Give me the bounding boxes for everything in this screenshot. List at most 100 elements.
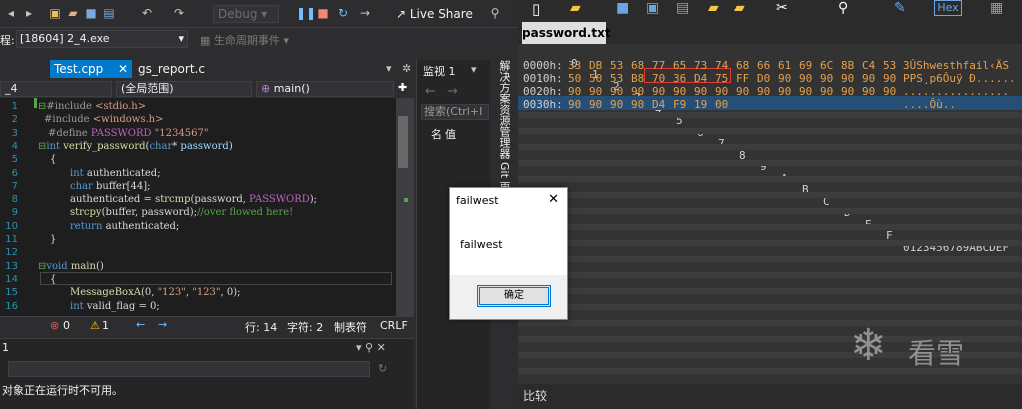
find-icon[interactable]: ⚲: [838, 0, 848, 16]
hex-byte[interactable]: 61: [778, 60, 791, 72]
ok-button[interactable]: 确定: [477, 285, 551, 307]
solution-explorer-tab[interactable]: 解决方案资源管理器: [496, 60, 511, 159]
hex-byte[interactable]: 74: [715, 60, 728, 72]
replace-icon[interactable]: ✎: [894, 0, 906, 16]
step-over-icon[interactable]: →: [358, 6, 372, 20]
watch-search-input[interactable]: 搜索(Ctrl+I: [421, 104, 489, 120]
scroll-thumb[interactable]: [398, 116, 408, 168]
hex-byte[interactable]: D4: [652, 99, 665, 111]
debug-config-select[interactable]: Debug ▾: [213, 5, 279, 23]
hex-byte[interactable]: 90: [820, 86, 833, 98]
folders-icon[interactable]: ▰: [734, 0, 745, 16]
hex-byte[interactable]: 90: [694, 86, 707, 98]
stop-icon[interactable]: ■: [316, 6, 330, 20]
hex-byte[interactable]: 00: [715, 99, 728, 111]
pause-icon[interactable]: ❚❚: [296, 6, 316, 20]
hex-byte[interactable]: 90: [841, 86, 854, 98]
error-icon[interactable]: ⊗: [50, 319, 59, 332]
hex-byte[interactable]: 90: [589, 86, 602, 98]
hex-byte[interactable]: 90: [778, 73, 791, 85]
hex-byte[interactable]: 90: [757, 86, 770, 98]
tab-gs-report[interactable]: gs_report.c: [134, 60, 209, 78]
back-icon[interactable]: ◂: [4, 6, 18, 20]
hex-byte[interactable]: 50: [589, 73, 602, 85]
close-icon[interactable]: ✕: [118, 60, 128, 78]
save-as-icon[interactable]: ▣: [646, 0, 659, 16]
hex-byte[interactable]: B8: [631, 73, 644, 85]
hex-byte[interactable]: 73: [694, 60, 707, 72]
hex-byte[interactable]: 6C: [820, 60, 833, 72]
hex-byte[interactable]: 90: [883, 86, 896, 98]
save-icon[interactable]: ■: [616, 0, 629, 16]
hex-byte[interactable]: 90: [862, 73, 875, 85]
hex-byte[interactable]: 50: [568, 73, 581, 85]
hex-byte[interactable]: FF: [736, 73, 749, 85]
hex-byte[interactable]: 68: [631, 60, 644, 72]
hex-byte[interactable]: 90: [631, 86, 644, 98]
hex-byte[interactable]: 90: [799, 86, 812, 98]
folder-icon[interactable]: ▰: [708, 0, 719, 16]
nav-forward-icon[interactable]: →: [158, 318, 167, 331]
nav-back-icon[interactable]: ←: [136, 318, 145, 331]
pin-icon[interactable]: ⚲: [488, 6, 502, 20]
hex-byte[interactable]: 90: [715, 86, 728, 98]
hex-byte[interactable]: 90: [841, 73, 854, 85]
hex-mode-button[interactable]: Hex: [934, 0, 962, 16]
tab-indicator[interactable]: 制表符: [334, 319, 367, 335]
new-file-icon[interactable]: ▯: [532, 0, 540, 18]
hex-byte[interactable]: 90: [631, 99, 644, 111]
hex-byte[interactable]: 90: [568, 86, 581, 98]
hex-byte[interactable]: 65: [673, 60, 686, 72]
hex-byte[interactable]: 69: [799, 60, 812, 72]
hex-byte[interactable]: 90: [568, 99, 581, 111]
hex-byte[interactable]: C4: [862, 60, 875, 72]
open-folder-icon[interactable]: ▰: [570, 0, 581, 16]
tab-list-icon[interactable]: ▾: [386, 62, 392, 75]
hex-ascii[interactable]: 3ÛShwesthfail‹ÄS: [903, 60, 1009, 72]
new-project-icon[interactable]: ▣: [48, 6, 62, 20]
close-icon[interactable]: ✕: [548, 192, 559, 207]
hex-byte[interactable]: 77: [652, 60, 665, 72]
tab-password-txt[interactable]: password.txt: [522, 22, 611, 44]
hex-byte[interactable]: 90: [610, 86, 623, 98]
hex-byte[interactable]: F9: [673, 99, 686, 111]
hex-byte[interactable]: 19: [694, 99, 707, 111]
redo-icon[interactable]: ↷: [172, 6, 186, 20]
hex-byte[interactable]: 90: [820, 73, 833, 85]
hex-row[interactable]: 0020h: 90 90 90 90 90 90 90 90 90 90 90 90 90 90 90 90..…: [518, 86, 1022, 98]
process-select[interactable]: [18604] 2_4.exe ▾: [16, 30, 188, 48]
warning-icon[interactable]: ⚠: [90, 319, 100, 332]
save-icon[interactable]: ■: [84, 6, 98, 20]
filter-combo[interactable]: [8, 361, 370, 377]
save-all-icon[interactable]: ▤: [676, 0, 689, 16]
hex-byte[interactable]: 90: [862, 86, 875, 98]
save-all-icon[interactable]: ▤: [102, 6, 116, 20]
hex-ascii[interactable]: ................: [903, 86, 1009, 98]
hex-byte[interactable]: 36: [673, 73, 686, 85]
undo-icon[interactable]: ↶: [140, 6, 154, 20]
split-icon[interactable]: ✚: [398, 81, 407, 94]
hex-byte[interactable]: DB: [589, 60, 602, 72]
refresh-icon[interactable]: ↻: [378, 362, 387, 375]
hex-byte[interactable]: 90: [652, 86, 665, 98]
hex-ascii[interactable]: ....Ôù..: [903, 99, 956, 111]
editor-scrollbar[interactable]: [396, 98, 414, 316]
hex-byte[interactable]: 53: [883, 60, 896, 72]
hex-byte[interactable]: 33: [568, 60, 581, 72]
hex-byte[interactable]: 68: [736, 60, 749, 72]
hex-row[interactable]: 0000h: 33 DB 53 68 77 65 73 74 68 66 61 69 6C 8B C4 53 3Û…: [518, 60, 1022, 72]
lifecycle-events-button[interactable]: ▦ 生命周期事件 ▾: [200, 32, 289, 48]
hex-ascii[interactable]: PPS¸p6Ôuÿ Ð......: [903, 73, 1016, 85]
calculator-icon[interactable]: ▦: [990, 0, 1003, 16]
function-select[interactable]: ⊕ main(): [256, 81, 394, 97]
hex-byte[interactable]: 90: [799, 73, 812, 85]
hex-byte[interactable]: 53: [610, 73, 623, 85]
hex-byte[interactable]: 66: [757, 60, 770, 72]
eol-indicator[interactable]: CRLF: [380, 319, 408, 332]
hex-byte[interactable]: D0: [757, 73, 770, 85]
hex-byte[interactable]: 53: [610, 60, 623, 72]
chevron-down-icon[interactable]: ▾: [471, 63, 477, 76]
hex-byte[interactable]: 90: [778, 86, 791, 98]
watch-back-icon[interactable]: ←: [425, 84, 436, 99]
cut-icon[interactable]: ✂: [776, 0, 788, 16]
